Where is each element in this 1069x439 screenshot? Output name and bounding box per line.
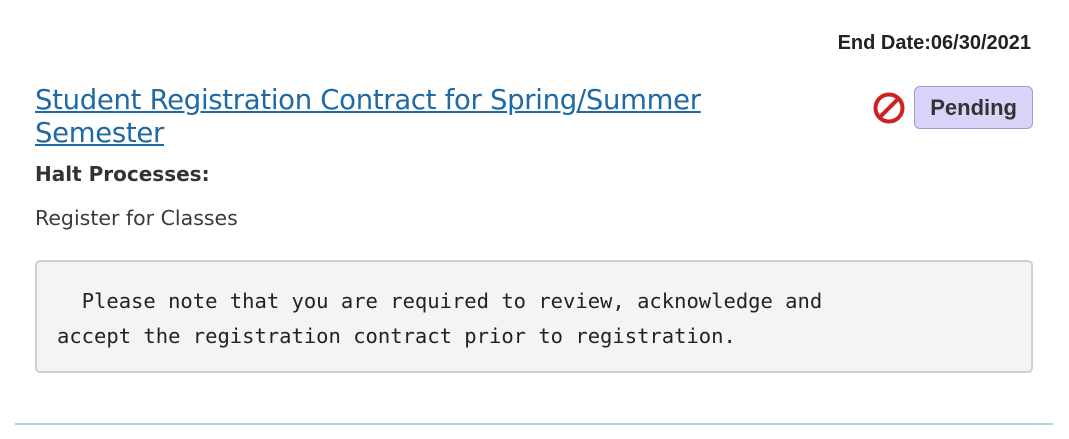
halt-processes-label: Halt Processes: [35,162,210,186]
halt-process-item: Register for Classes [35,206,238,230]
status-badge: Pending [914,86,1033,129]
hold-message: Please note that you are required to rev… [35,260,1033,373]
status-area: Pending [872,86,1033,129]
hold-title-link[interactable]: Student Registration Contract for Spring… [35,84,795,150]
block-icon [872,91,906,125]
end-date: End Date:06/30/2021 [837,32,1031,54]
divider [15,423,1053,425]
